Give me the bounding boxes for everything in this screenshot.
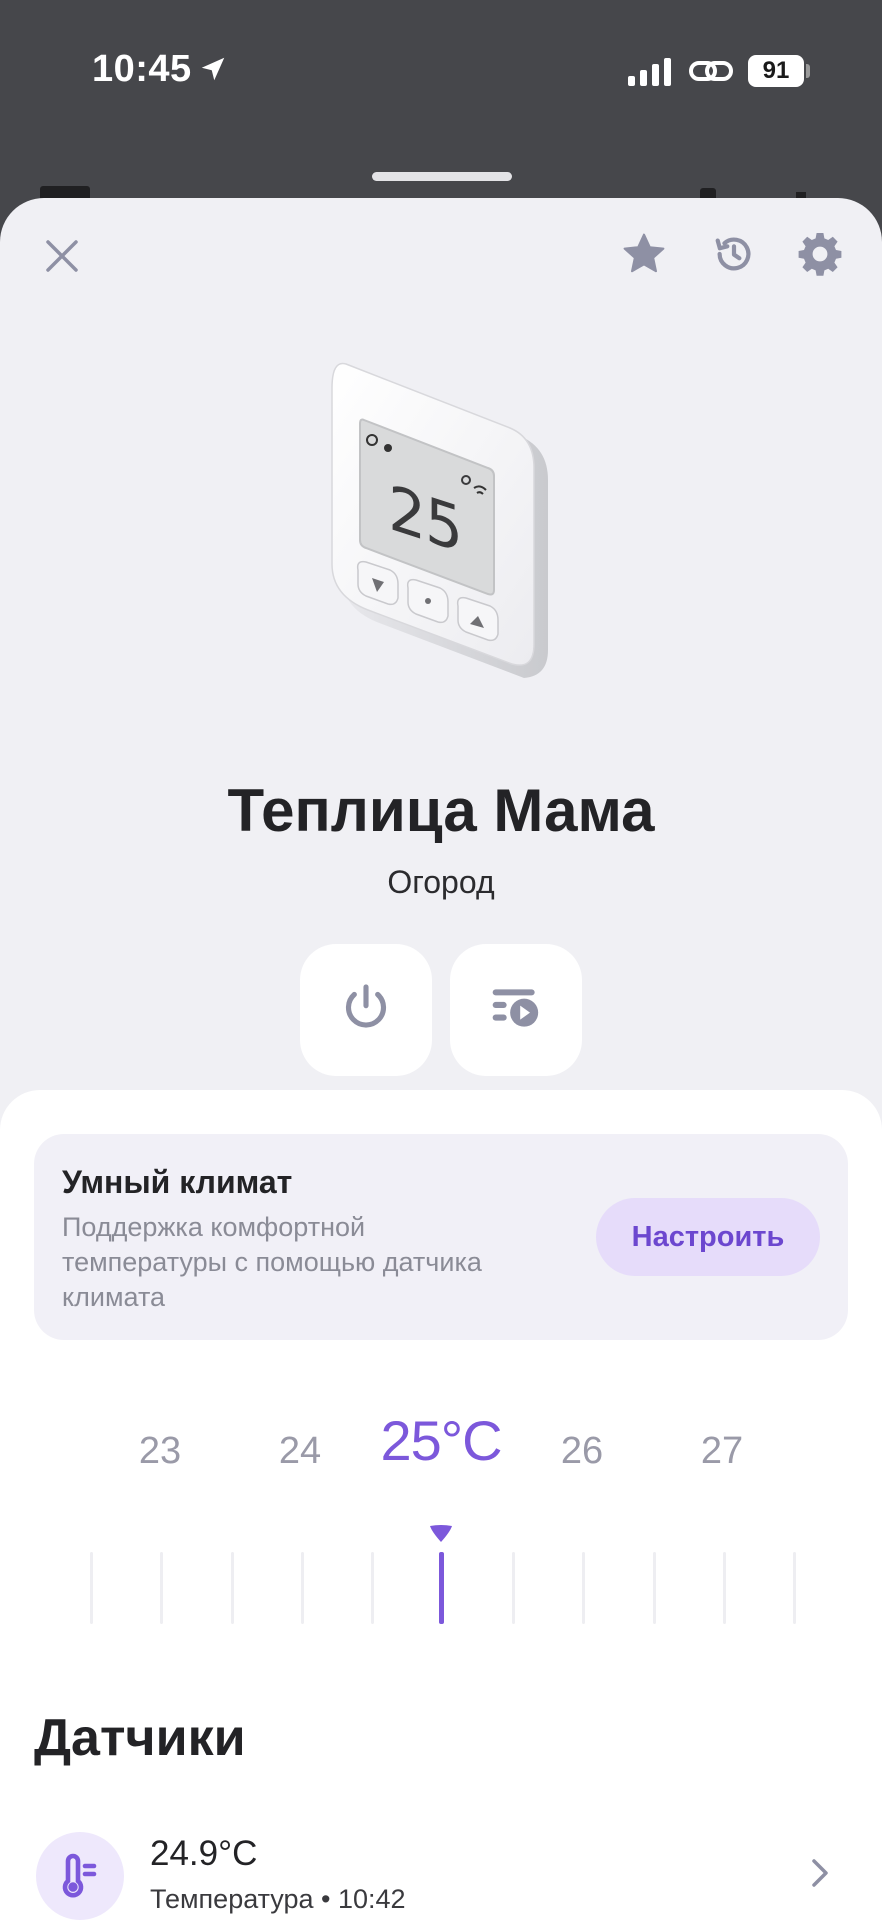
device-title: Теплица Мама bbox=[227, 777, 655, 844]
slider-tick bbox=[301, 1552, 304, 1624]
background-content bbox=[40, 186, 90, 198]
current-temperature: 25°C bbox=[380, 1409, 502, 1472]
settings-button[interactable] bbox=[792, 228, 848, 284]
smart-climate-card: Умный климат Поддержка комфортной темпер… bbox=[34, 1134, 848, 1340]
temperature-slider[interactable] bbox=[0, 1552, 882, 1632]
slider-tick bbox=[793, 1552, 796, 1624]
background-content bbox=[700, 188, 716, 198]
thermostat-device-image: 25 bbox=[320, 348, 570, 708]
power-icon bbox=[338, 980, 394, 1041]
temperature-picker-labels: 23 24 25°C 26 27 bbox=[0, 1408, 882, 1488]
controls-panel: Умный климат Поддержка комфортной темпер… bbox=[0, 1090, 882, 1920]
temperature-option[interactable]: 23 bbox=[100, 1430, 220, 1473]
sensor-row-temperature[interactable]: 24.9°C Температура • 10:42 bbox=[0, 1830, 882, 1920]
favorite-button[interactable] bbox=[616, 228, 672, 284]
smart-climate-description: Поддержка комфортной температуры с помощ… bbox=[62, 1212, 482, 1312]
scenarios-button[interactable] bbox=[450, 944, 582, 1076]
chevron-right-icon bbox=[808, 1856, 832, 1895]
sensor-meta: Температура • 10:42 bbox=[150, 1884, 406, 1914]
smart-climate-title: Умный климат bbox=[62, 1164, 293, 1200]
personal-hotspot-icon bbox=[688, 56, 734, 91]
power-button[interactable] bbox=[300, 944, 432, 1076]
slider-selected-tick bbox=[439, 1552, 444, 1624]
device-sheet: 25 Теплица Мама Огород Умный климат Подд… bbox=[0, 198, 882, 1920]
slider-tick bbox=[653, 1552, 656, 1624]
status-time: 10:45 bbox=[92, 48, 192, 90]
slider-tick bbox=[512, 1552, 515, 1624]
device-room: Огород bbox=[387, 864, 495, 900]
temperature-pointer-icon bbox=[428, 1524, 454, 1549]
history-button[interactable] bbox=[706, 228, 762, 284]
slider-tick bbox=[582, 1552, 585, 1624]
scenario-icon bbox=[488, 980, 544, 1041]
temperature-option[interactable]: 27 bbox=[662, 1430, 782, 1473]
thermometer-icon bbox=[36, 1832, 124, 1920]
close-icon bbox=[43, 237, 81, 280]
slider-tick bbox=[90, 1552, 93, 1624]
battery-indicator: 91 bbox=[748, 55, 804, 87]
cellular-signal-icon bbox=[628, 58, 672, 91]
gear-icon bbox=[796, 230, 844, 283]
temperature-option[interactable]: 26 bbox=[522, 1430, 642, 1473]
sensor-value: 24.9°C bbox=[150, 1834, 258, 1873]
star-icon bbox=[620, 230, 668, 283]
slider-tick bbox=[723, 1552, 726, 1624]
slider-tick bbox=[231, 1552, 234, 1624]
location-arrow-icon bbox=[198, 54, 228, 89]
slider-tick bbox=[371, 1552, 374, 1624]
history-icon bbox=[711, 231, 757, 282]
sensors-heading: Датчики bbox=[34, 1709, 246, 1767]
setup-button[interactable]: Настроить bbox=[596, 1198, 820, 1276]
status-bar: 10:45 91 bbox=[0, 0, 882, 150]
battery-cap bbox=[806, 64, 810, 78]
slider-tick bbox=[160, 1552, 163, 1624]
close-button[interactable] bbox=[36, 232, 88, 284]
sheet-grabber[interactable] bbox=[372, 172, 512, 181]
